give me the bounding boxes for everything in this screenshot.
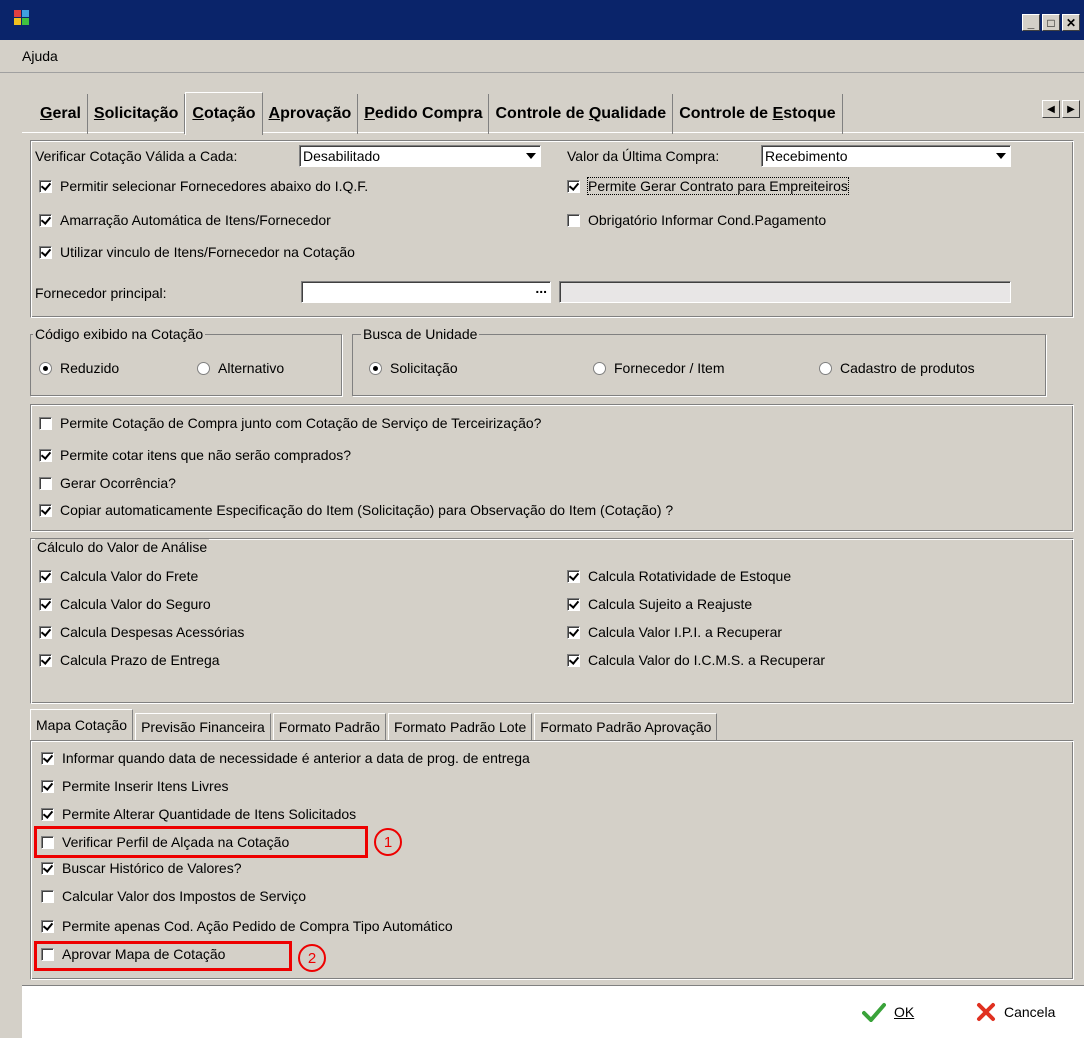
title-bar: _ □ ✕: [0, 0, 1084, 40]
cancel-button[interactable]: Cancela: [976, 1002, 1055, 1022]
menu-ajuda[interactable]: Ajuda: [22, 48, 58, 64]
tab-aprovacao[interactable]: Aprovação: [263, 94, 359, 134]
radio-solicitacao[interactable]: Solicitação: [369, 360, 458, 376]
cb-icms[interactable]: Calcula Valor do I.C.M.S. a Recuperar: [567, 652, 825, 668]
cb-reajuste[interactable]: Calcula Sujeito a Reajuste: [567, 596, 752, 612]
maximize-button[interactable]: □: [1042, 14, 1060, 31]
cb-cotacao-terceirizacao[interactable]: Permite Cotação de Compra junto com Cota…: [39, 415, 541, 431]
cb-cotar-itens[interactable]: Permite cotar itens que não serão compra…: [39, 447, 351, 463]
verificar-label: Verificar Cotação Válida a Cada:: [35, 148, 238, 164]
cb-impostos-servico[interactable]: Calcular Valor dos Impostos de Serviço: [41, 888, 306, 904]
cb-frete[interactable]: Calcula Valor do Frete: [39, 568, 198, 584]
busca-group: Busca de Unidade Solicitação Fornecedor …: [352, 326, 1046, 396]
top-panel: Verificar Cotação Válida a Cada: Desabil…: [30, 140, 1074, 318]
tab-scroll-right-icon[interactable]: ▶: [1062, 100, 1080, 118]
cb-historico-valores[interactable]: Buscar Histórico de Valores?: [41, 860, 241, 876]
fornecedor-label: Fornecedor principal:: [35, 285, 167, 301]
radio-cadastro-produtos[interactable]: Cadastro de produtos: [819, 360, 975, 376]
tab-cotacao[interactable]: Cotação: [185, 91, 263, 135]
cb-alterar-quantidade[interactable]: Permite Alterar Quantidade de Itens Soli…: [41, 806, 356, 822]
cb-copiar-especificacao[interactable]: Copiar automaticamente Especificação do …: [39, 502, 673, 518]
radio-reduzido[interactable]: Reduzido: [39, 360, 119, 376]
codigo-legend: Código exibido na Cotação: [33, 326, 206, 342]
cb-gerar-ocorrencia[interactable]: Gerar Ocorrência?: [39, 475, 176, 491]
sub-tabs: Mapa Cotação Previsão Financeira Formato…: [30, 708, 719, 740]
cb-ipi[interactable]: Calcula Valor I.P.I. a Recuperar: [567, 624, 782, 640]
verificar-combo[interactable]: Desabilitado: [299, 145, 541, 167]
cb-despesas[interactable]: Calcula Despesas Acessórias: [39, 624, 244, 640]
close-button[interactable]: ✕: [1062, 14, 1080, 31]
radio-fornecedor-item[interactable]: Fornecedor / Item: [593, 360, 725, 376]
menu-bar: Ajuda: [0, 40, 1084, 73]
main-tabs: Geral Solicitação Cotação Aprovação Pedi…: [34, 91, 843, 135]
check-icon: [862, 1003, 886, 1022]
annotation-number-2: 2: [298, 944, 326, 972]
minimize-button[interactable]: _: [1022, 14, 1040, 31]
annotation-box-1: [34, 826, 368, 858]
subtab-mapa-cotacao[interactable]: Mapa Cotação: [30, 709, 134, 740]
annotation-box-2: [34, 941, 292, 971]
busca-legend: Busca de Unidade: [361, 326, 480, 342]
tab-scroll-left-icon[interactable]: ◀: [1042, 100, 1060, 118]
valor-combo[interactable]: Recebimento: [761, 145, 1011, 167]
cb-cond-pagamento[interactable]: Obrigatório Informar Cond.Pagamento: [567, 212, 826, 228]
cb-permitir-iqf[interactable]: Permitir selecionar Fornecedores abaixo …: [39, 178, 368, 194]
subtab-formato-padrao-lote[interactable]: Formato Padrão Lote: [387, 713, 533, 740]
close-icon: [977, 1003, 995, 1021]
ellipsis-button[interactable]: ...: [535, 280, 547, 296]
cb-seguro[interactable]: Calcula Valor do Seguro: [39, 596, 211, 612]
cb-informar-data[interactable]: Informar quando data de necessidade é an…: [41, 750, 530, 766]
ok-button[interactable]: OK: [862, 1002, 914, 1022]
valor-label: Valor da Última Compra:: [567, 148, 720, 164]
bottom-bar: OK Cancela: [22, 985, 1084, 1038]
chevron-down-icon: [526, 153, 536, 159]
app-icon: [14, 10, 30, 26]
cb-vinculo[interactable]: Utilizar vinculo de Itens/Fornecedor na …: [39, 244, 355, 260]
tab-controle-qualidade[interactable]: Controle de Qualidade: [489, 94, 674, 134]
tab-geral[interactable]: Geral: [34, 94, 88, 134]
subtab-formato-padrao-aprovacao[interactable]: Formato Padrão Aprovação: [534, 713, 718, 740]
chevron-down-icon: [996, 153, 1006, 159]
cb-prazo[interactable]: Calcula Prazo de Entrega: [39, 652, 220, 668]
annotation-number-1: 1: [374, 828, 402, 856]
codigo-group: Código exibido na Cotação Reduzido Alter…: [30, 326, 342, 396]
fornecedor-input[interactable]: ...: [301, 280, 551, 303]
calculo-legend: Cálculo do Valor de Análise: [35, 539, 210, 555]
tab-controle-estoque[interactable]: Controle de Estoque: [673, 94, 843, 134]
cb-contrato-empreiteiros[interactable]: Permite Gerar Contrato para Empreiteiros: [567, 177, 849, 195]
subtab-formato-padrao[interactable]: Formato Padrão: [272, 713, 386, 740]
cb-amarracao[interactable]: Amarração Automática de Itens/Fornecedor: [39, 212, 331, 228]
calculo-panel: Cálculo do Valor de Análise Calcula Valo…: [30, 538, 1074, 704]
subtab-previsao-financeira[interactable]: Previsão Financeira: [135, 713, 271, 740]
cb-cod-acao[interactable]: Permite apenas Cod. Ação Pedido de Compr…: [41, 918, 453, 934]
fornecedor-name-field: [559, 281, 1011, 303]
options-panel: Permite Cotação de Compra junto com Cota…: [30, 404, 1074, 532]
cb-rotatividade[interactable]: Calcula Rotatividade de Estoque: [567, 568, 791, 584]
radio-alternativo[interactable]: Alternativo: [197, 360, 284, 376]
cb-inserir-itens-livres[interactable]: Permite Inserir Itens Livres: [41, 778, 229, 794]
tab-pedido-compra[interactable]: Pedido Compra: [358, 94, 490, 134]
tab-solicitacao[interactable]: Solicitação: [88, 94, 186, 134]
